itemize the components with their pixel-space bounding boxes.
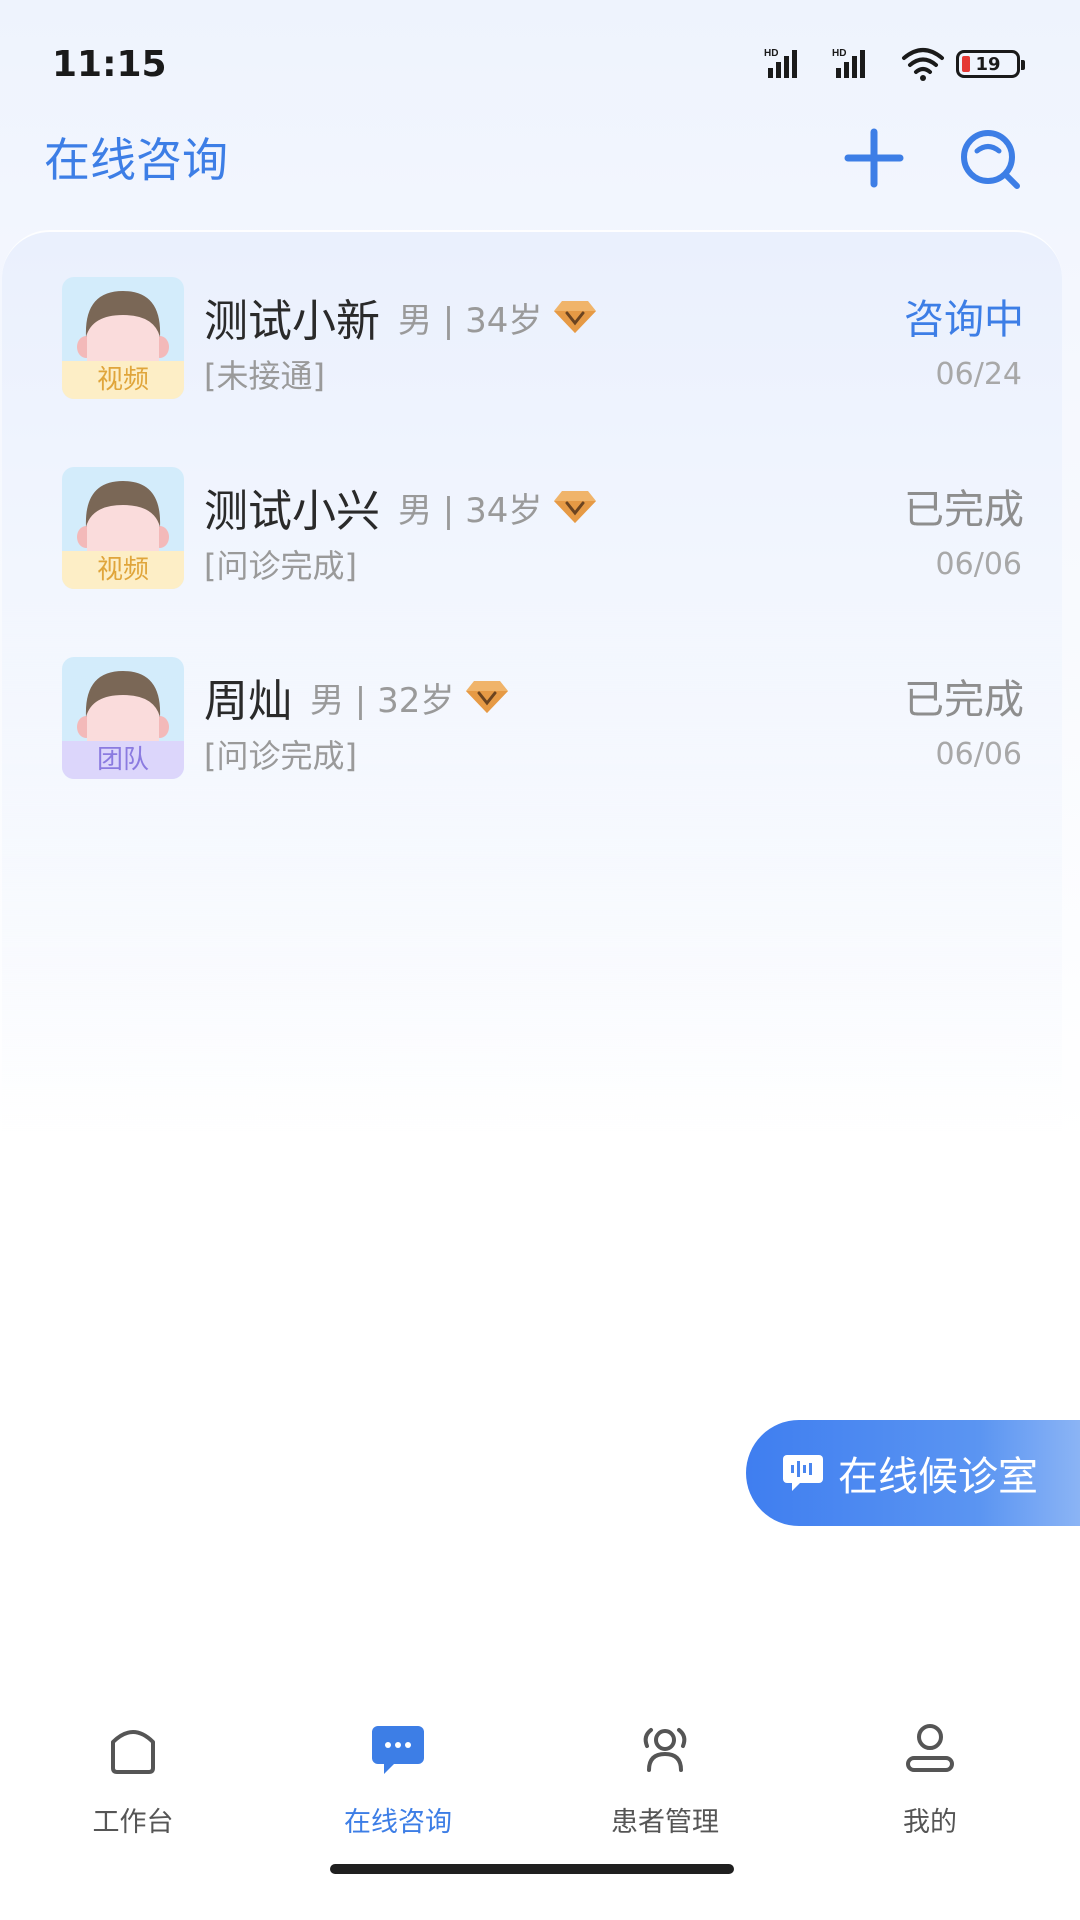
name-line: 周灿男 | 32岁 [204, 665, 509, 729]
status-badge: 咨询中 [904, 297, 1024, 343]
consult-date: 06/06 [935, 737, 1022, 772]
svg-text:HD: HD [764, 48, 778, 59]
waiting-room-button[interactable]: 在线候诊室 [746, 1420, 1080, 1526]
signal-icon-2: HD [832, 48, 865, 78]
avatar: 视频 [62, 467, 184, 589]
nav-label-consult: 在线咨询 [344, 1807, 452, 1838]
nav-item-mine[interactable]: 我的 [830, 1700, 1030, 1840]
consult-date: 06/24 [935, 357, 1022, 392]
vip-diamond-icon [554, 491, 597, 523]
battery-cap [1021, 60, 1025, 70]
nav-label-workbench: 工作台 [92, 1807, 174, 1838]
status-time: 11:15 [52, 44, 167, 85]
status-bar: 11:15 HD HD 19 [0, 0, 1080, 110]
svg-text:HD: HD [832, 48, 846, 59]
vip-diamond-icon [554, 301, 597, 333]
message-icon [372, 1726, 424, 1774]
search-icon[interactable] [955, 124, 1025, 194]
name-line: 测试小新男 | 34岁 [204, 285, 597, 349]
battery-level [962, 56, 970, 72]
wifi-icon [902, 48, 944, 81]
consultation-row[interactable]: 团队 周灿男 | 32岁 [问诊完成] 已完成 06/06 [2, 657, 1080, 781]
name-line: 测试小兴男 | 34岁 [204, 475, 597, 539]
patient-name: 周灿 [204, 676, 292, 727]
waiting-room-label: 在线候诊室 [838, 1454, 1038, 1500]
consultation-row[interactable]: 视频 测试小新男 | 34岁 [未接通] 咨询中 06/24 [2, 277, 1080, 401]
nav-label-patients: 患者管理 [611, 1807, 719, 1838]
battery-icon: 19 [956, 50, 1025, 78]
signal-icon: HD [764, 48, 797, 78]
chat-bubble-icon [783, 1455, 823, 1491]
consult-type-tag: 视频 [62, 361, 184, 399]
consult-summary: [问诊完成] [204, 737, 357, 775]
consult-type-tag: 视频 [62, 551, 184, 589]
patient-name: 测试小新 [204, 296, 380, 347]
profile-icon [906, 1724, 954, 1772]
patient-meta: 男 | 34岁 [398, 490, 543, 531]
nav-label-mine: 我的 [903, 1807, 957, 1838]
consult-type-tag: 团队 [62, 741, 184, 779]
screen: 11:15 HD HD 19 在线咨询 视频 测试小新 男 | 34岁 [未接通… [0, 0, 1080, 1920]
nav-item-patients[interactable]: 患者管理 [565, 1700, 765, 1840]
patients-icon [643, 1728, 687, 1772]
home-indicator [330, 1864, 734, 1874]
patient-meta: 男 | 34岁 [398, 300, 543, 341]
consult-date: 06/06 [935, 547, 1022, 582]
bottom-nav: 工作台 在线咨询 患者管理 我的 [0, 1700, 1080, 1840]
avatar: 团队 [62, 657, 184, 779]
plus-icon[interactable] [842, 126, 906, 190]
consult-summary: [未接通] [204, 357, 325, 395]
consultation-row[interactable]: 视频 测试小兴男 | 34岁 [问诊完成] 已完成 06/06 [2, 467, 1080, 591]
status-badge: 已完成 [904, 487, 1024, 533]
patient-meta: 男 | 32岁 [310, 680, 455, 721]
status-badge: 已完成 [904, 677, 1024, 723]
battery-text: 19 [975, 53, 1001, 75]
nav-item-consult[interactable]: 在线咨询 [298, 1700, 498, 1840]
avatar: 视频 [62, 277, 184, 399]
home-icon [111, 1730, 155, 1774]
status-icons: HD HD 19 [764, 46, 1025, 82]
patient-name: 测试小兴 [204, 486, 380, 537]
consultation-list: 视频 测试小新男 | 34岁 [未接通] 咨询中 06/24 视频 测试小兴男 | 34岁[… [2, 230, 1062, 1132]
consult-summary: [问诊完成] [204, 547, 357, 585]
page-title: 在线咨询 [44, 133, 228, 187]
vip-diamond-icon [466, 681, 509, 713]
nav-item-workbench[interactable]: 工作台 [33, 1700, 233, 1840]
